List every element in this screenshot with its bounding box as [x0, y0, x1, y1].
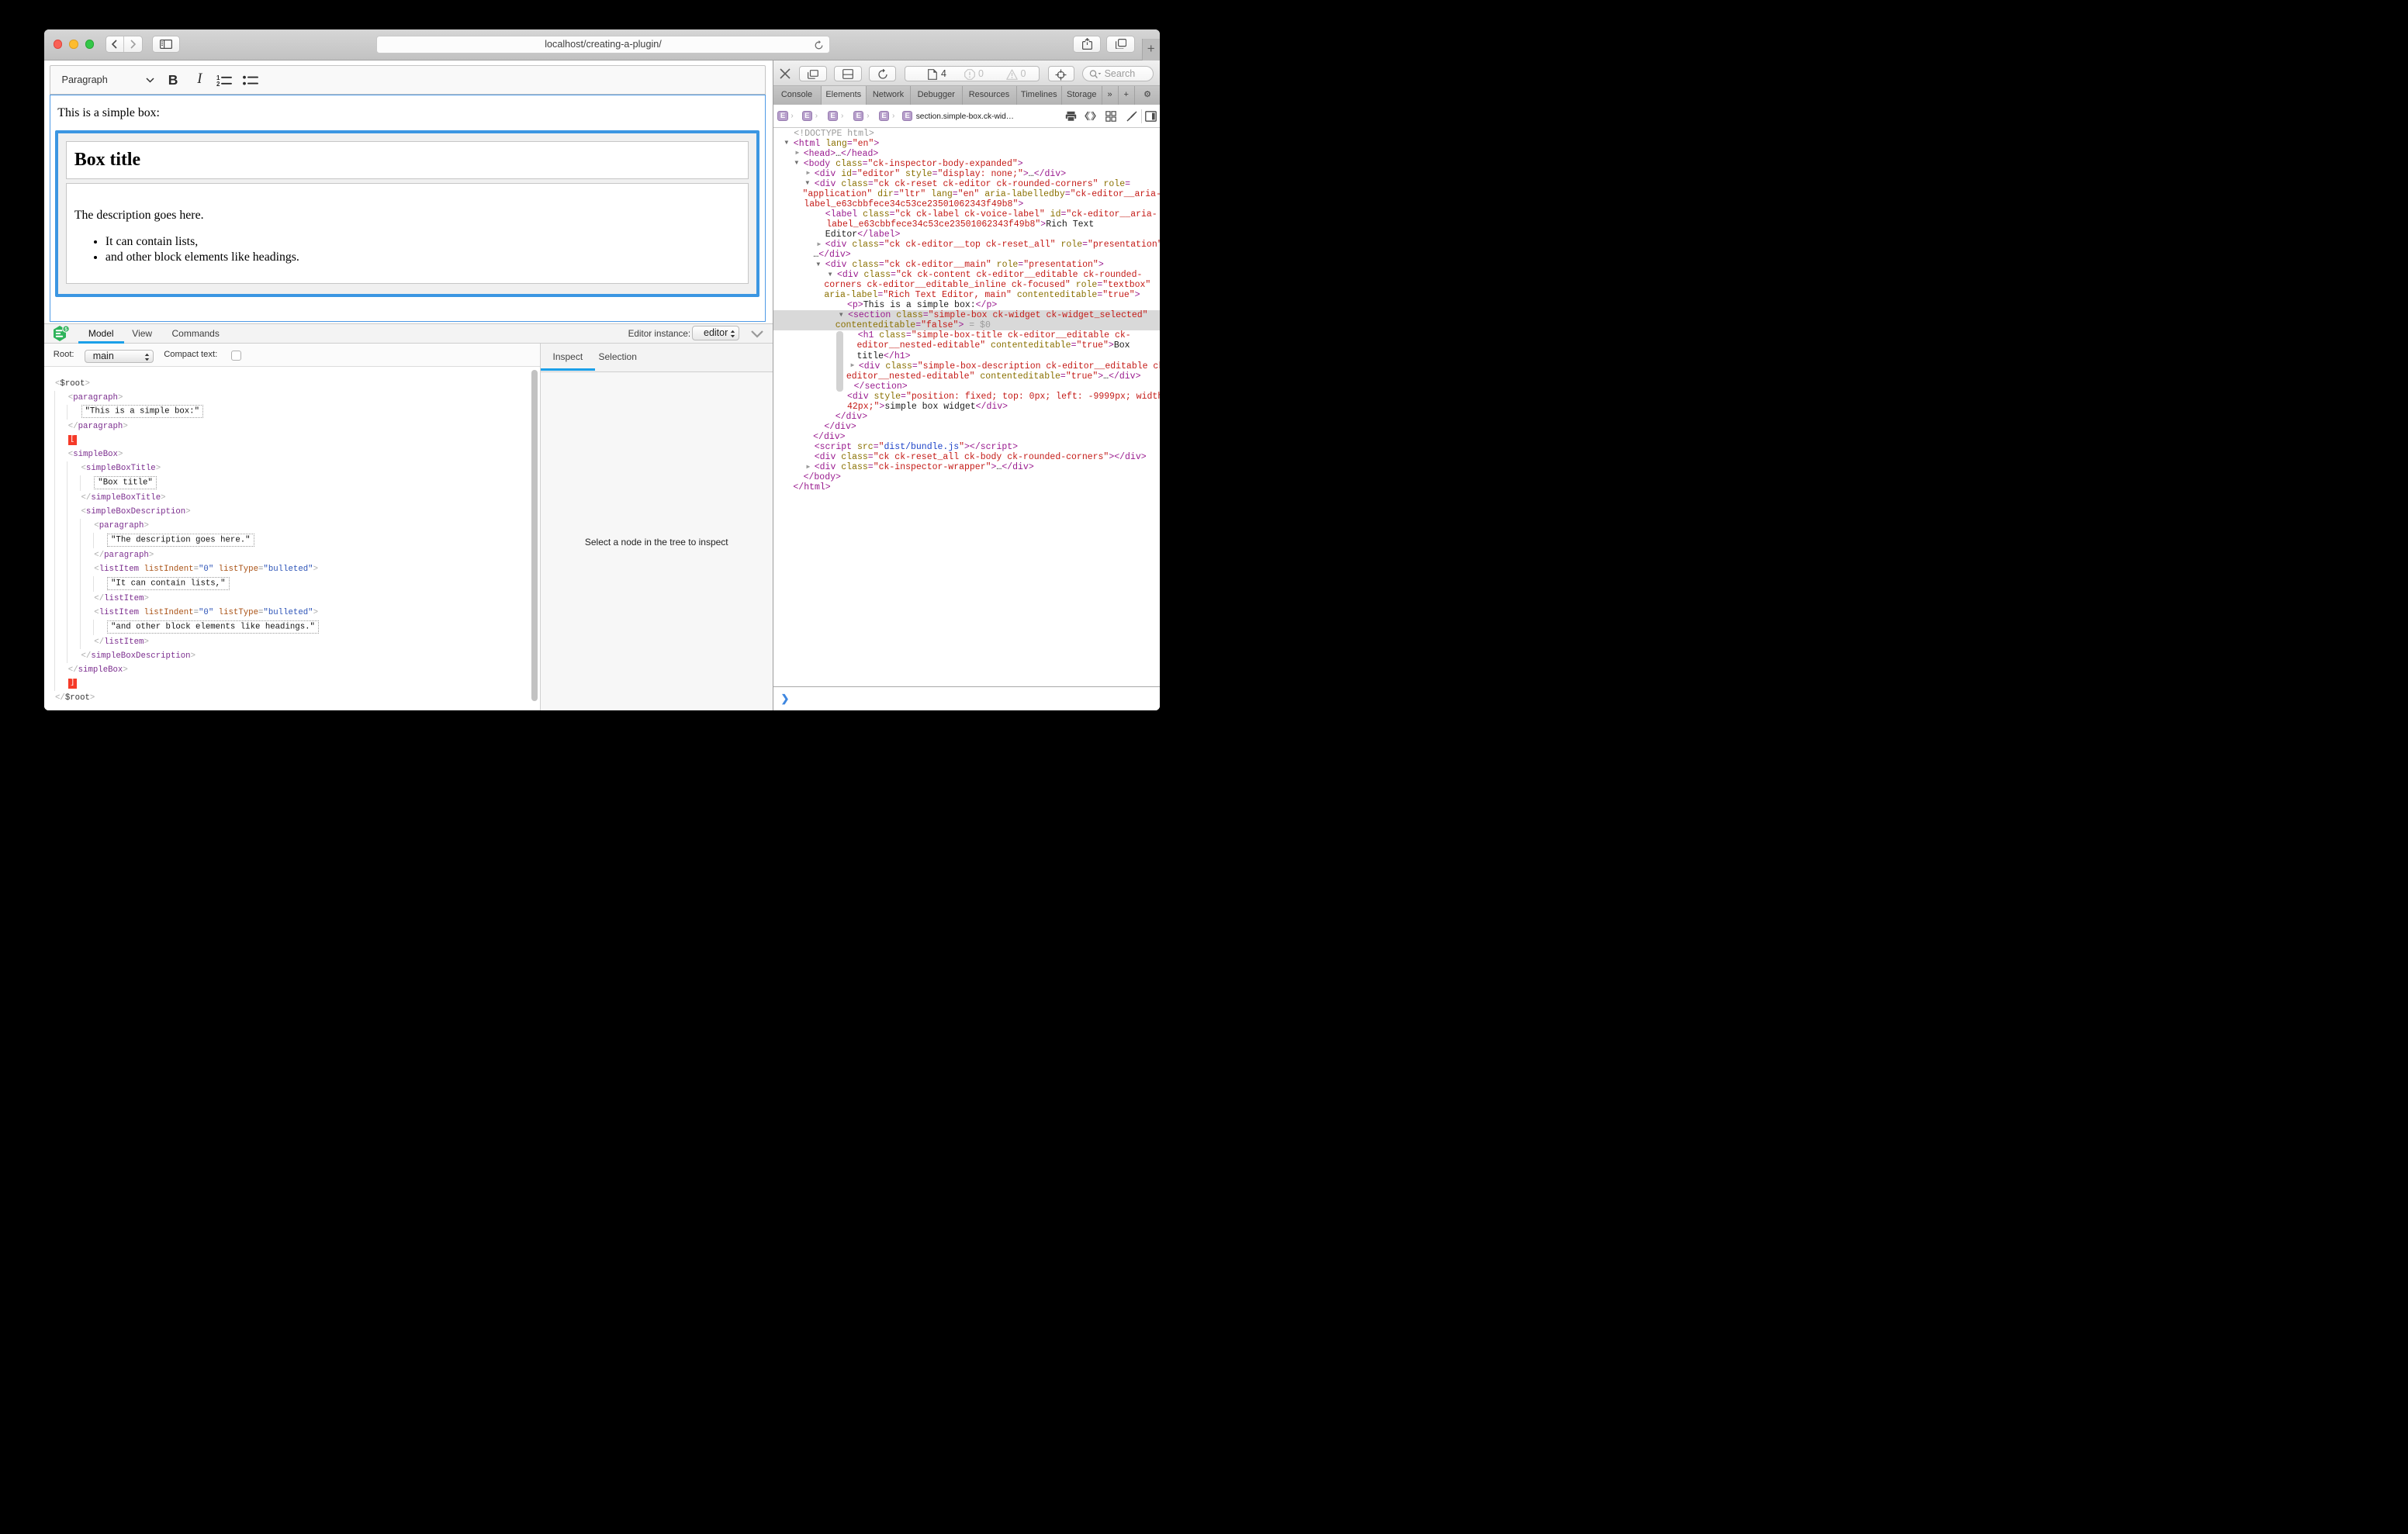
svg-text:5: 5 [65, 326, 68, 332]
svg-text:2: 2 [216, 81, 220, 86]
